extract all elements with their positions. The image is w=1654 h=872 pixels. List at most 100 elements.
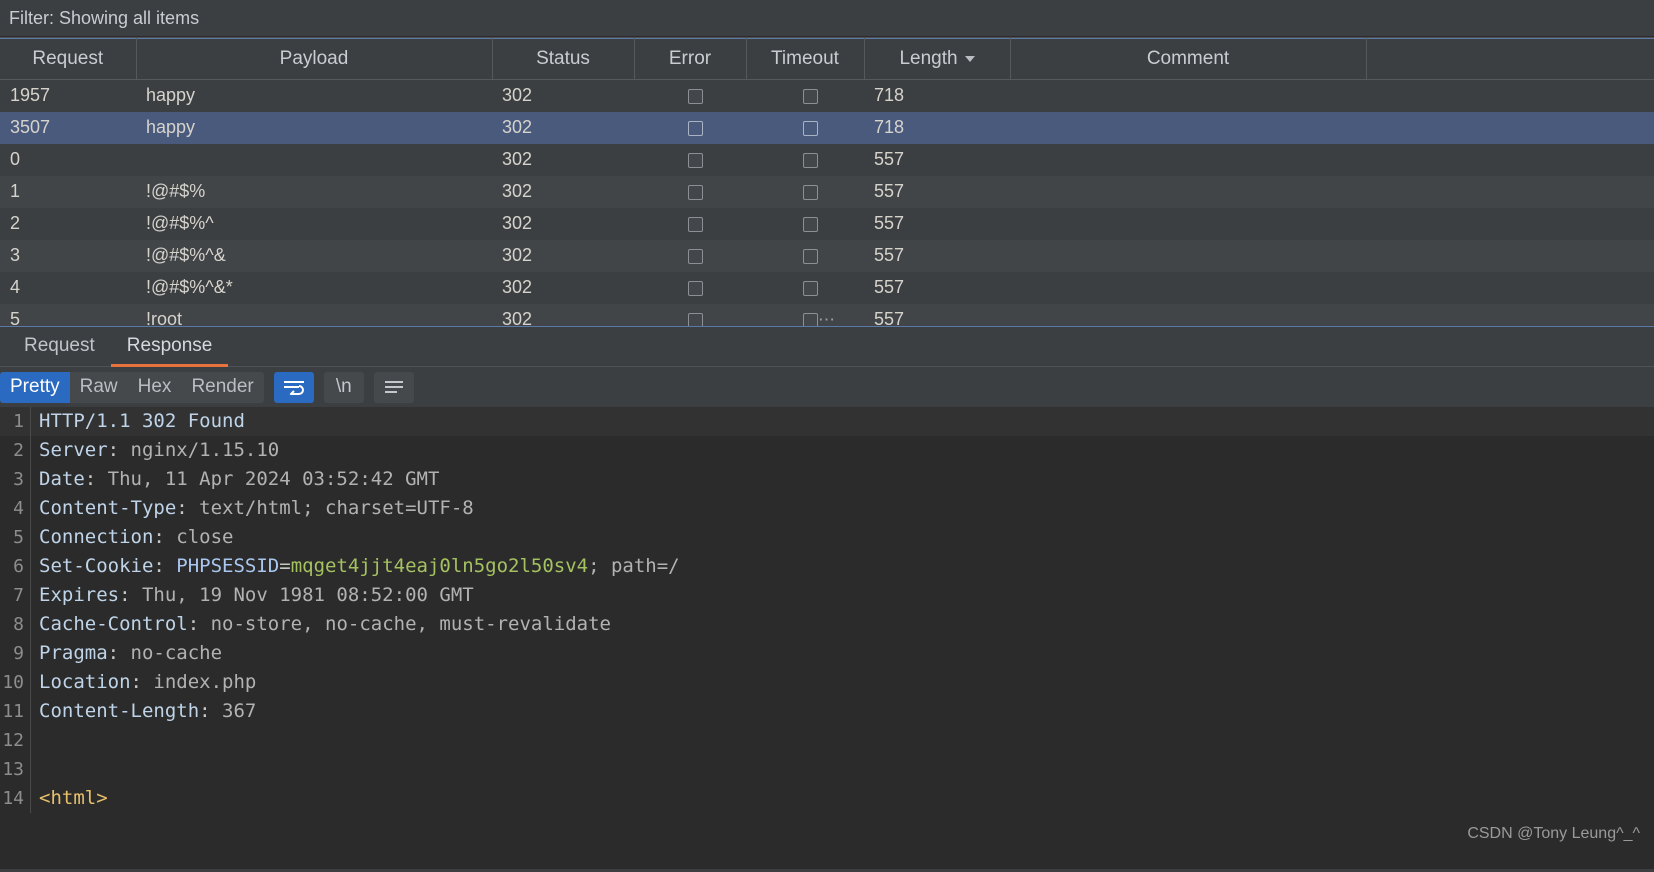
response-line-content[interactable] (30, 726, 1654, 755)
response-line-content[interactable]: Content-Length: 367 (30, 697, 1654, 726)
cell-timeout[interactable] (746, 304, 864, 326)
cell-timeout[interactable] (746, 112, 864, 144)
response-line-content[interactable]: Date: Thu, 11 Apr 2024 03:52:42 GMT (30, 465, 1654, 494)
cell-length: 557 (874, 181, 905, 201)
response-line-content[interactable]: Cache-Control: no-store, no-cache, must-… (30, 610, 1654, 639)
burp-intruder-results-window: Filter: Showing all items Request Payloa… (0, 0, 1654, 872)
checkbox-icon[interactable] (687, 312, 703, 326)
view-mode-pretty-label: Pretty (10, 376, 60, 397)
response-line-content[interactable]: Connection: close (30, 523, 1654, 552)
checkbox-icon[interactable] (687, 184, 703, 200)
checkbox-icon[interactable] (802, 89, 818, 104)
tab-request-label: Request (24, 334, 95, 356)
cell-length: 718 (874, 117, 905, 137)
filter-bar[interactable]: Filter: Showing all items (0, 0, 1654, 37)
cell-timeout[interactable] (746, 272, 864, 304)
checkbox-icon[interactable] (687, 120, 703, 136)
view-mode-pretty[interactable]: Pretty (0, 371, 70, 403)
cell-error[interactable] (634, 112, 746, 144)
checkbox-icon[interactable] (687, 280, 703, 296)
column-header-status-label: Status (536, 48, 590, 69)
checkbox-icon[interactable] (802, 120, 818, 136)
checkbox-icon[interactable] (802, 216, 818, 232)
tab-request[interactable]: Request (8, 327, 111, 367)
cell-timeout[interactable] (746, 176, 864, 208)
cell-spacer (1366, 304, 1654, 327)
cell-timeout[interactable] (746, 240, 864, 272)
response-line-content[interactable] (30, 755, 1654, 784)
table-row[interactable]: 1 !@#$% 302 557 (0, 175, 1654, 208)
response-body-viewer[interactable]: 1 HTTP/1.1 302 Found 2 Server: nginx/1.15.1… (0, 407, 1654, 869)
code-token: : (176, 497, 200, 519)
view-mode-hex[interactable]: Hex (128, 372, 182, 403)
chevron-down-icon (964, 55, 975, 62)
response-line-content[interactable]: Content-Type: text/html; charset=UTF-8 (30, 494, 1654, 523)
cell-error[interactable] (634, 304, 746, 326)
cell-comment (1010, 240, 1366, 272)
code-token: Thu, 19 Nov 1981 08:52:00 GMT (141, 584, 474, 606)
tab-response[interactable]: Response (110, 327, 229, 367)
checkbox-icon[interactable] (802, 248, 818, 264)
table-row[interactable]: 5 !root 302 557 (0, 303, 1654, 327)
checkbox-icon[interactable] (802, 152, 818, 168)
cell-error[interactable] (634, 80, 746, 112)
response-line-content[interactable]: <html> (30, 784, 1654, 813)
checkbox-icon[interactable] (687, 216, 703, 232)
checkbox-icon[interactable] (802, 280, 818, 296)
table-row[interactable]: 3507 happy 302 718 (0, 111, 1654, 144)
cell-timeout[interactable] (746, 208, 864, 240)
table-row[interactable]: 0 302 557 (0, 143, 1654, 176)
cell-error[interactable] (634, 208, 746, 240)
checkbox-icon[interactable] (687, 248, 703, 264)
response-line: 6 Set-Cookie: PHPSESSID=mqget4jjt4eaj0ln5… (0, 552, 1654, 581)
cell-spacer (1366, 176, 1654, 208)
cell-error[interactable] (634, 240, 746, 272)
column-header-timeout[interactable]: Timeout (746, 38, 865, 80)
cell-length: 557 (874, 309, 905, 326)
response-line-content[interactable]: HTTP/1.1 302 Found (30, 407, 1654, 436)
line-number: 12 (2, 730, 24, 751)
response-line-content[interactable]: Set-Cookie: PHPSESSID=mqget4jjt4eaj0ln5g… (30, 552, 1654, 581)
newline-button[interactable]: \n (323, 371, 364, 403)
table-row[interactable]: 3 !@#$%^& 302 557 (0, 239, 1654, 272)
cell-timeout[interactable] (746, 80, 864, 112)
view-mode-raw[interactable]: Raw (70, 372, 128, 403)
cell-request: 1 (10, 181, 21, 201)
cell-timeout[interactable] (746, 144, 864, 176)
table-row[interactable]: 1957 happy 302 718 (0, 79, 1654, 112)
line-number: 8 (13, 614, 24, 635)
column-header-status[interactable]: Status (492, 38, 635, 80)
checkbox-icon[interactable] (802, 184, 818, 200)
checkbox-icon[interactable] (687, 89, 703, 104)
response-line-content[interactable]: Pragma: no-cache (30, 639, 1654, 668)
column-header-length[interactable]: Length (864, 38, 1011, 80)
table-row[interactable]: 4 !@#$%^&* 302 557 (0, 271, 1654, 304)
results-table-container[interactable]: Request Payload Status Error Timeout Len… (0, 37, 1654, 326)
cell-status: 302 (502, 181, 533, 201)
checkbox-icon[interactable] (687, 152, 703, 168)
view-mode-toolbar: Pretty Raw Hex Render \n (0, 367, 1654, 407)
cell-comment (1010, 272, 1366, 304)
actions-menu-button[interactable] (373, 371, 414, 403)
checkbox-icon[interactable] (802, 312, 818, 326)
response-line-content[interactable]: Server: nginx/1.15.10 (30, 436, 1654, 465)
column-header-error[interactable]: Error (634, 38, 747, 80)
response-line-content[interactable]: Expires: Thu, 19 Nov 1981 08:52:00 GMT (30, 581, 1654, 610)
response-line-content[interactable]: Location: index.php (30, 668, 1654, 697)
cell-error[interactable] (634, 144, 746, 176)
cell-spacer (1366, 144, 1654, 176)
code-token: close (176, 526, 234, 548)
cell-error[interactable] (634, 272, 746, 304)
code-token: Pragma (39, 642, 108, 664)
view-mode-render[interactable]: Render (181, 372, 263, 403)
response-line: 14 <html> (0, 784, 1654, 813)
code-token: mqget4jjt4eaj0ln5go2l50sv4 (290, 555, 589, 577)
code-token: Thu, 11 Apr 2024 03:52:42 GMT (107, 468, 440, 490)
word-wrap-button[interactable] (273, 371, 314, 403)
column-header-payload[interactable]: Payload (136, 38, 493, 80)
view-mode-hex-label: Hex (137, 376, 172, 397)
column-header-comment[interactable]: Comment (1010, 38, 1367, 80)
cell-error[interactable] (634, 176, 746, 208)
column-header-request[interactable]: Request (0, 38, 137, 80)
table-row[interactable]: 2 !@#$%^ 302 557 (0, 207, 1654, 240)
